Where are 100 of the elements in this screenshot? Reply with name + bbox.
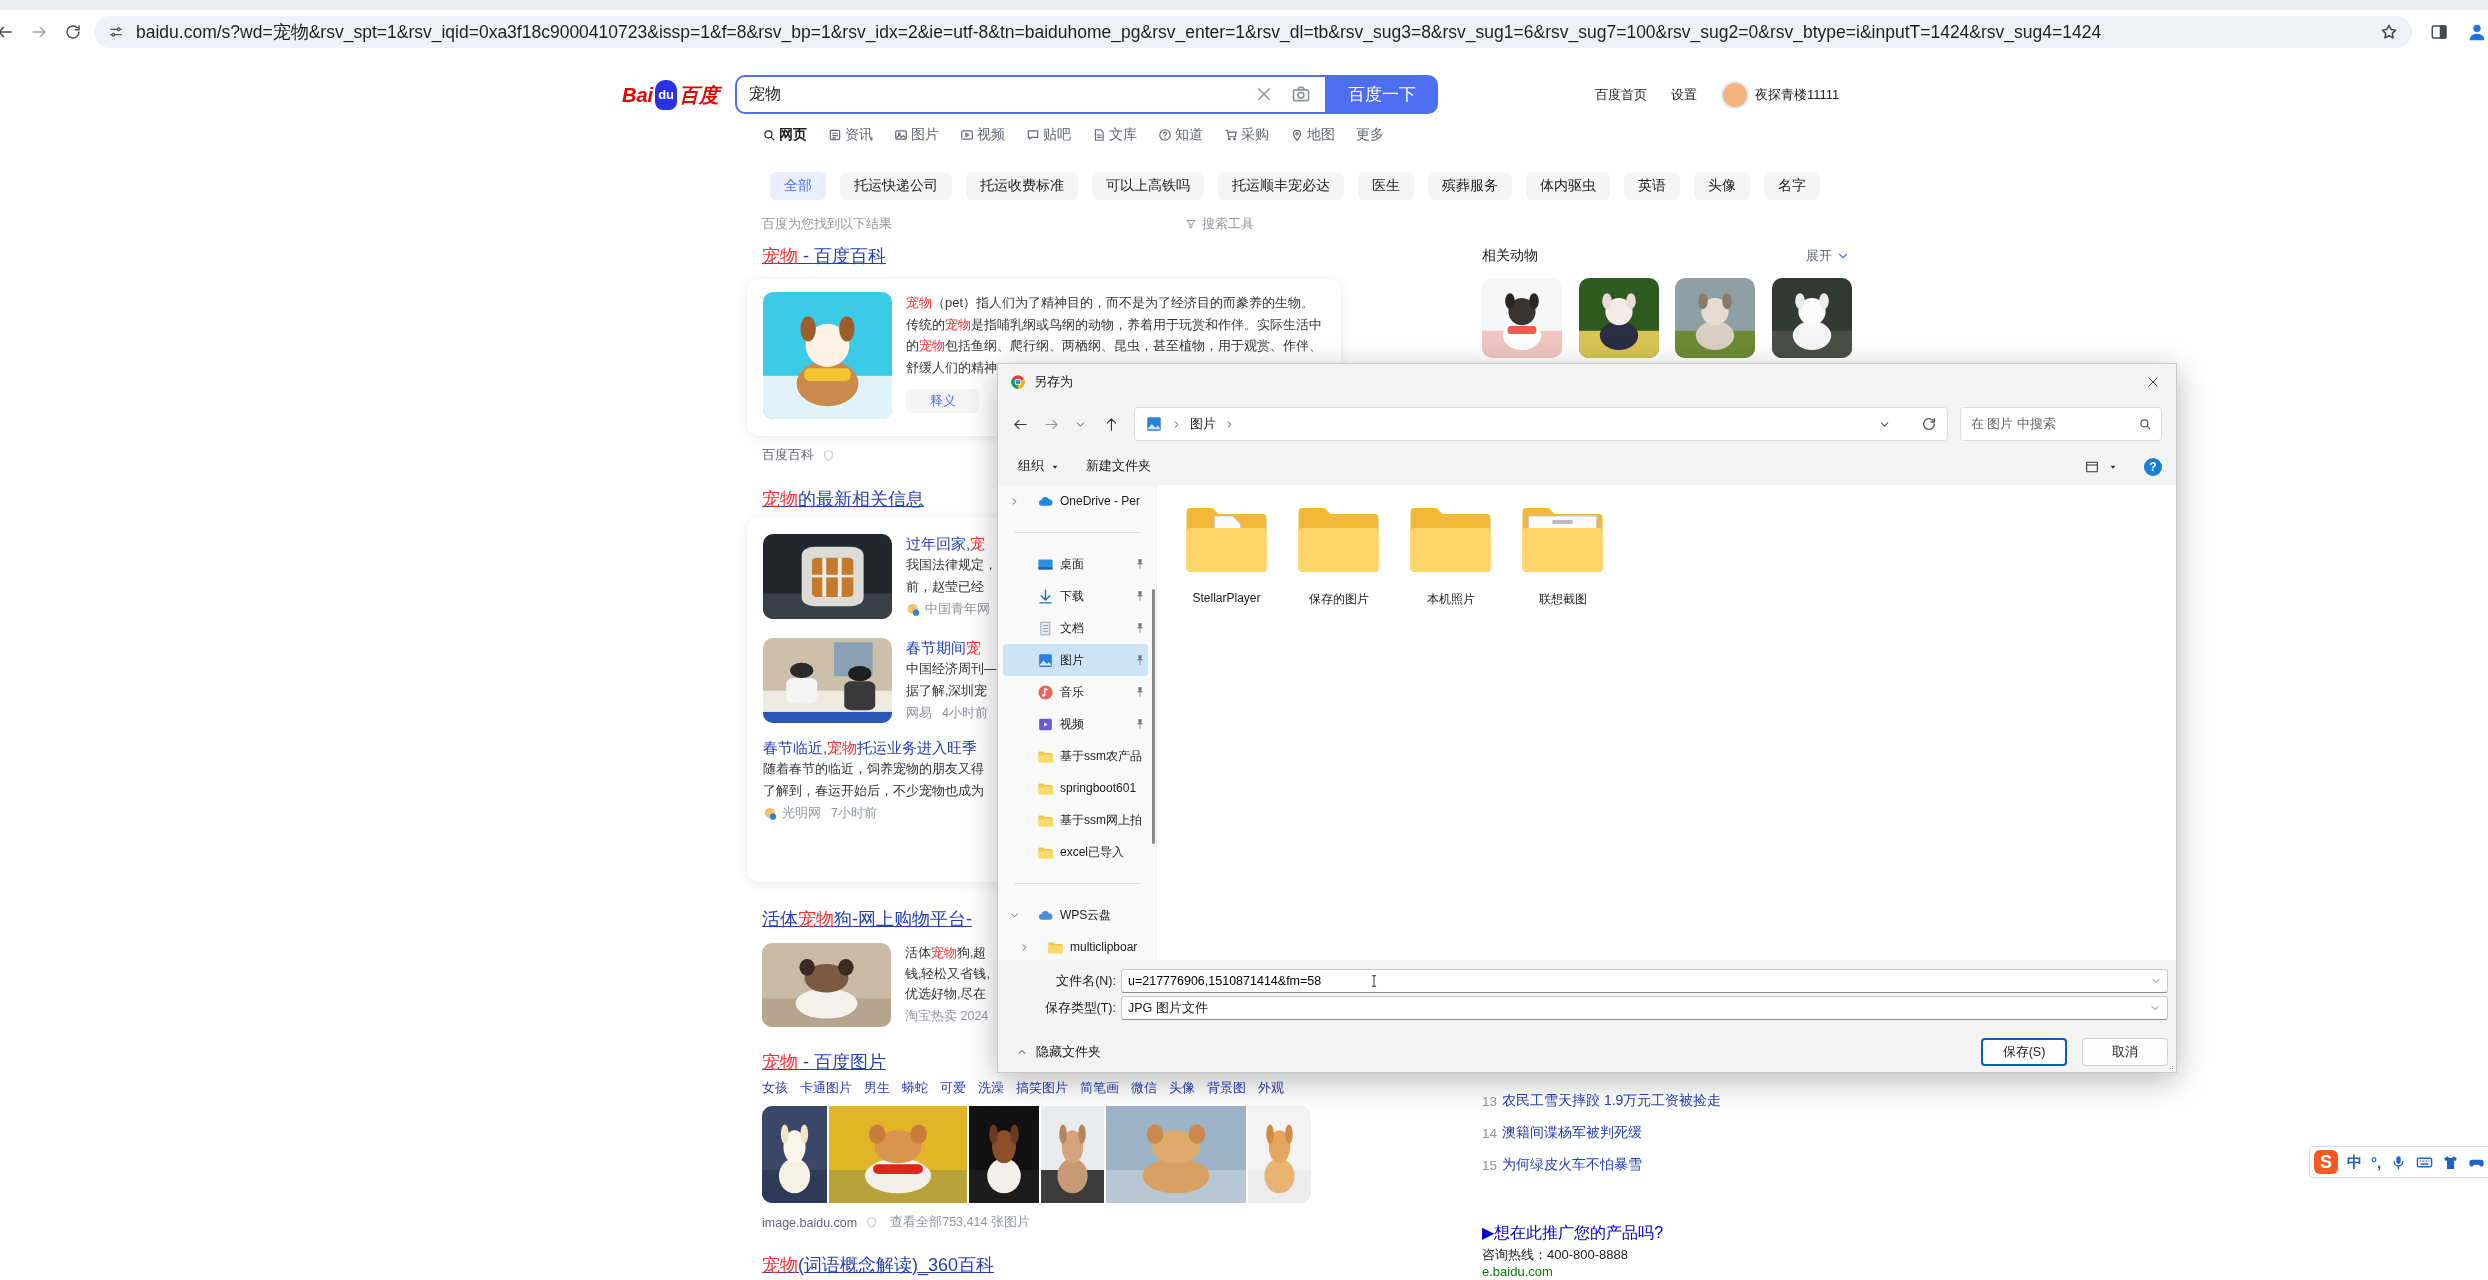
new-folder-button[interactable]: 新建文件夹 [1086,458,1151,475]
nav-item[interactable]: 桌面 [1003,548,1148,580]
nav-item[interactable]: 基于ssm网上拍 [1003,804,1148,836]
file-type-select[interactable]: JPG 图片文件 [1121,996,2168,1020]
folder-item[interactable]: 本机照片 [1408,504,1493,608]
search-tab[interactable]: 采购 [1224,126,1269,144]
search-tab[interactable]: 贴吧 [1026,126,1071,144]
nav-item[interactable]: 基于ssm农产品 [1003,740,1148,772]
hide-folders-toggle[interactable]: 隐藏文件夹 [1016,1043,1101,1061]
nav-item[interactable]: WPS云盘 [1003,899,1148,931]
filter-chip[interactable]: 托运顺丰宠必达 [1218,172,1344,200]
search-tab[interactable]: 视频 [960,126,1005,144]
trending-link[interactable]: 澳籍间谍杨军被判死缓 [1502,1124,1642,1142]
video-icon [960,128,974,142]
site-link[interactable]: e.baidu.com [1482,1265,1553,1279]
user-name[interactable]: 夜探青楼11111 [1755,85,1840,104]
filter-chip[interactable]: 殡葬服务 [1428,172,1512,200]
search-field[interactable]: 宠物 [735,75,1325,114]
sidebar-icon[interactable] [2430,23,2448,41]
image-tag-link[interactable]: 可爱 [940,1078,966,1097]
image-tag-link[interactable]: 外观 [1258,1078,1284,1097]
header-link[interactable]: 设置 [1671,85,1697,104]
cancel-button[interactable]: 取消 [2082,1038,2168,1066]
file-name-field[interactable]: u=217776906,1510871414&fm=58 [1121,969,2168,993]
close-icon[interactable] [2146,375,2160,389]
nav-item[interactable]: 图片 [1003,644,1148,676]
search-tab[interactable]: 知道 [1158,126,1203,144]
shirt-icon[interactable] [2442,1153,2460,1171]
nav-item[interactable]: OneDrive - Per [1003,485,1148,517]
expand-link[interactable]: 展开 [1806,247,1850,265]
news-title[interactable]: 春节临近,宠物托运业务进入旺季 [763,738,978,758]
save-button[interactable]: 保存(S) [1981,1038,2067,1066]
image-tag-link[interactable]: 女孩 [762,1078,788,1097]
image-tag-link[interactable]: 搞笑图片 [1016,1078,1068,1097]
filter-chip[interactable]: 医生 [1358,172,1414,200]
image-tag-link[interactable]: 卡通图片 [800,1078,852,1097]
filter-chip[interactable]: 可以上高铁吗 [1092,172,1204,200]
search-tab[interactable]: 更多 [1356,126,1384,144]
site-info-icon[interactable] [108,24,124,40]
nav-item[interactable]: springboot601 [1003,772,1148,804]
folder-item[interactable]: StellarPlayer [1184,504,1269,605]
search-tab[interactable]: 网页 [762,126,807,144]
address-bar[interactable] [94,16,2412,48]
news-time: 4小时前 [942,705,988,722]
nav-item[interactable]: multiclipboar [1003,931,1148,963]
filter-chip[interactable]: 托运收费标准 [966,172,1078,200]
star-icon[interactable] [2380,23,2398,41]
nav-item[interactable]: 视频 [1003,708,1148,740]
filter-chip[interactable]: 英语 [1624,172,1680,200]
result-snippet: 钱,轻松又省钱, [905,965,990,983]
punctuation-toggle[interactable]: °, [2371,1153,2382,1171]
image-tag-link[interactable]: 微信 [1131,1078,1157,1097]
image-tag-link[interactable]: 头像 [1169,1078,1195,1097]
url-text: baidu.com/s?wd=宠物&rsv_spt=1&rsv_iqid=0xa3f18c9000410723&issp=1&f=8&rsv_bp=1&rsv_idx=2&ie=utf-8&tn=baiduhome_pg&rsv_enter=1&rsv_dl=tb&rsv_sug3=8&rsv_sug1=6&rsv_sug7=100&rsv_sug2=0&rsv_btype=i&inputT=1424&rsv_sug4=1424 [136,21,2103,44]
search-tab[interactable]: 资讯 [828,126,873,144]
news-title[interactable]: 过年回家,宠 [906,534,986,554]
filter-chip[interactable]: 名字 [1764,172,1820,200]
document-icon [1092,128,1106,142]
nav-item[interactable]: 下载 [1003,580,1148,612]
definition-button[interactable]: 释义 [906,389,979,413]
search-button[interactable]: 百度一下 [1325,75,1438,114]
path-segment[interactable]: 图片 [1189,415,1216,433]
image-tag-link[interactable]: 男生 [864,1078,890,1097]
camera-icon[interactable] [1291,84,1311,104]
folder-item[interactable]: 保存的图片 [1296,504,1381,608]
rank-number: 14 [1482,1125,1499,1141]
nav-item[interactable]: excel已导入 [1003,836,1148,868]
filter-chip[interactable]: 托运快递公司 [840,172,952,200]
search-tab[interactable]: 地图 [1290,126,1335,144]
image-tag-link[interactable]: 简笔画 [1080,1078,1119,1097]
filter-chip[interactable]: 全部 [770,172,826,200]
filter-chip[interactable]: 头像 [1694,172,1750,200]
help-button[interactable]: ? [2144,457,2162,476]
path-bar[interactable]: 图片 [1133,407,1948,441]
reload-icon[interactable] [64,23,82,41]
search-tab[interactable]: 文库 [1092,126,1137,144]
refresh-icon[interactable] [1921,416,1937,432]
trending-link[interactable]: 为何绿皮火车不怕暴雪 [1502,1156,1642,1174]
music-icon [1037,683,1054,701]
image-tag-link[interactable]: 背景图 [1207,1078,1246,1097]
nav-item[interactable]: 音乐 [1003,676,1148,708]
trending-link[interactable]: 农民工雪天摔跤 1.9万元工资被捡走 [1502,1092,1722,1110]
news-title[interactable]: 春节期间宠 [906,638,981,658]
image-tag-link[interactable]: 蟒蛇 [902,1078,928,1097]
source-name: 网易 [906,705,932,722]
source-name: 中国青年网 [925,601,990,618]
ad-link[interactable]: ▶想在此推广您的产品吗? [1482,1221,1664,1245]
map-pin-icon [1290,128,1304,142]
search-tab[interactable]: 图片 [894,126,939,144]
image-tag-link[interactable]: 洗澡 [978,1078,1004,1097]
folder-item[interactable]: 联想截图 [1520,504,1605,608]
language-mode-toggle[interactable]: 中 [2347,1152,2362,1172]
search-field[interactable]: 在 图片 中搜索 [1960,407,2162,441]
image-icon [1037,651,1054,669]
nav-item[interactable]: 文档 [1003,612,1148,644]
scrollbar[interactable] [1152,589,1155,844]
filter-chip[interactable]: 体内驱虫 [1526,172,1610,200]
header-link[interactable]: 百度首页 [1595,85,1647,104]
organize-menu[interactable]: 组织 [1018,458,1060,475]
clear-icon[interactable] [1255,85,1273,103]
